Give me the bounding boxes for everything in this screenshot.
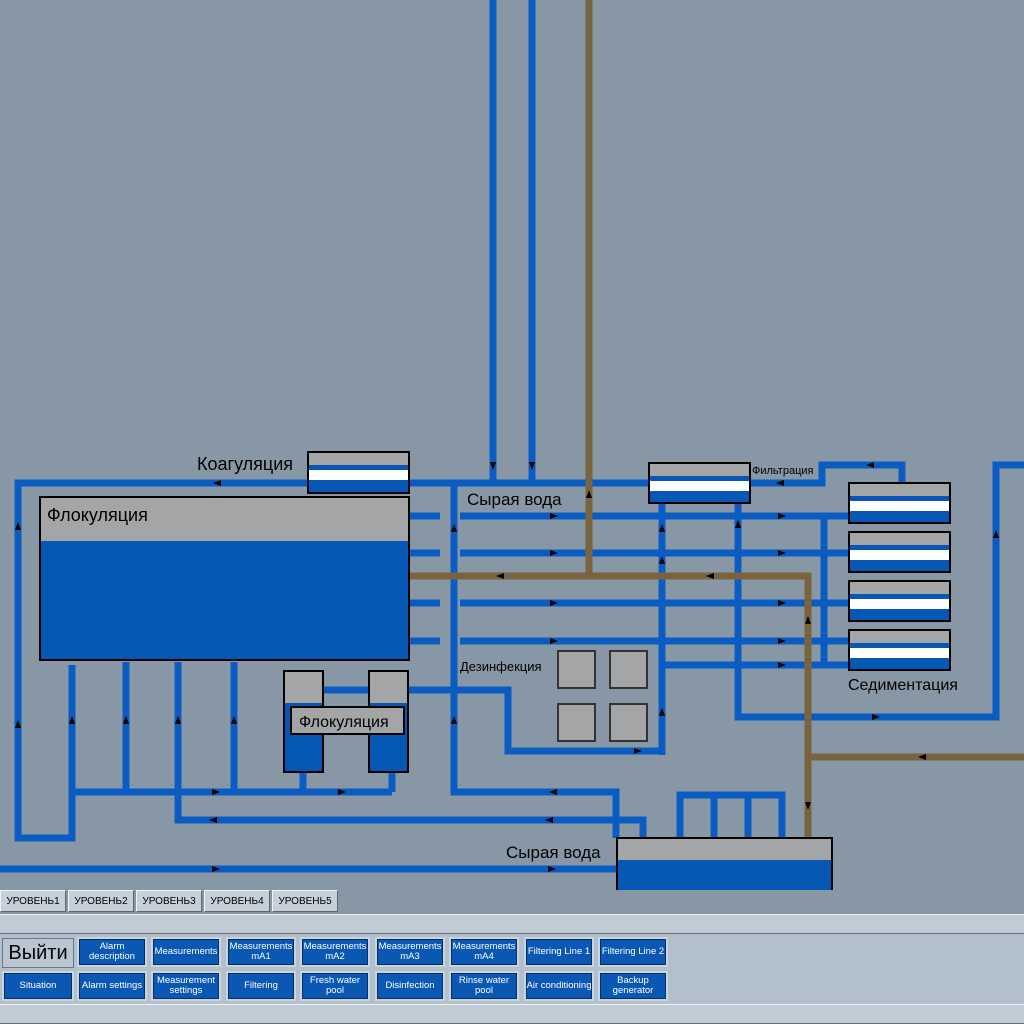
filtration-tank[interactable] <box>648 462 751 504</box>
sedimentation-tank-3[interactable] <box>848 580 951 622</box>
water-pipes <box>0 0 1024 873</box>
coagulation-tank[interactable] <box>307 451 410 494</box>
nav-fresh-water-pool[interactable]: Fresh water pool <box>300 971 370 1001</box>
nav-alarm-description[interactable]: Alarm description <box>77 937 147 967</box>
label-disinfection: Дезинфекция <box>460 659 542 674</box>
status-bar <box>0 1004 1024 1024</box>
nav-filtering-line-1[interactable]: Filtering Line 1 <box>524 937 594 967</box>
sludge-pipes <box>408 0 1024 838</box>
label-flocculation-small: Флокуляция <box>299 714 389 731</box>
nav-filtering-line-2[interactable]: Filtering Line 2 <box>598 937 668 967</box>
disinfection-unit-1[interactable] <box>557 650 596 689</box>
nav-filtering[interactable]: Filtering <box>226 971 296 1001</box>
nav-measurements[interactable]: Measurements <box>151 937 221 967</box>
pipe-manifold <box>676 791 786 838</box>
nav-measurements-ma3[interactable]: Measurements mA3 <box>375 937 445 967</box>
sedimentation-tank-4[interactable] <box>848 629 951 671</box>
toolbar-top <box>0 914 1024 934</box>
level-tabs: УРОВЕНЬ1 УРОВЕНЬ2 УРОВЕНЬ3 УРОВЕНЬ4 УРОВ… <box>0 890 340 914</box>
nav-measurement-settings[interactable]: Measurement settings <box>151 971 221 1001</box>
label-sedimentation: Седиментация <box>848 677 958 694</box>
nav-rinse-water-pool[interactable]: Rinse water pool <box>449 971 519 1001</box>
tab-level-2[interactable]: УРОВЕНЬ2 <box>68 890 134 912</box>
label-raw-water-top: Сырая вода <box>467 490 562 509</box>
nav-air-conditioning[interactable]: Air conditioning <box>524 971 594 1001</box>
tab-level-5[interactable]: УРОВЕНЬ5 <box>272 890 338 912</box>
label-filtration: Фильтрация <box>752 465 814 477</box>
process-diagram: Коагуляция Флокуляция Флокуляция Сырая в… <box>0 0 1024 890</box>
label-coagulation: Коагуляция <box>197 454 293 474</box>
sedimentation-tank-2[interactable] <box>848 531 951 573</box>
nav-measurements-ma1[interactable]: Measurements mA1 <box>226 937 296 967</box>
sedimentation-tank-1[interactable] <box>848 482 951 524</box>
nav-measurements-ma2[interactable]: Measurements mA2 <box>300 937 370 967</box>
nav-measurements-ma4[interactable]: Measurements mA4 <box>449 937 519 967</box>
tab-level-4[interactable]: УРОВЕНЬ4 <box>204 890 270 912</box>
tab-level-1[interactable]: УРОВЕНЬ1 <box>0 890 66 912</box>
disinfection-unit-2[interactable] <box>609 650 648 689</box>
disinfection-units[interactable] <box>557 650 648 742</box>
raw-water-tank[interactable] <box>616 837 833 890</box>
nav-disinfection[interactable]: Disinfection <box>375 971 445 1001</box>
tab-level-3[interactable]: УРОВЕНЬ3 <box>136 890 202 912</box>
nav-alarm-settings[interactable]: Alarm settings <box>77 971 147 1001</box>
nav-situation[interactable]: Situation <box>2 971 74 1001</box>
disinfection-unit-3[interactable] <box>557 703 596 742</box>
label-raw-water-bottom: Сырая вода <box>506 843 601 862</box>
exit-button[interactable]: Выйти <box>2 938 74 968</box>
label-flocculation-main: Флокуляция <box>47 505 148 525</box>
disinfection-unit-4[interactable] <box>609 703 648 742</box>
nav-backup-generator[interactable]: Backup generator <box>598 971 668 1001</box>
